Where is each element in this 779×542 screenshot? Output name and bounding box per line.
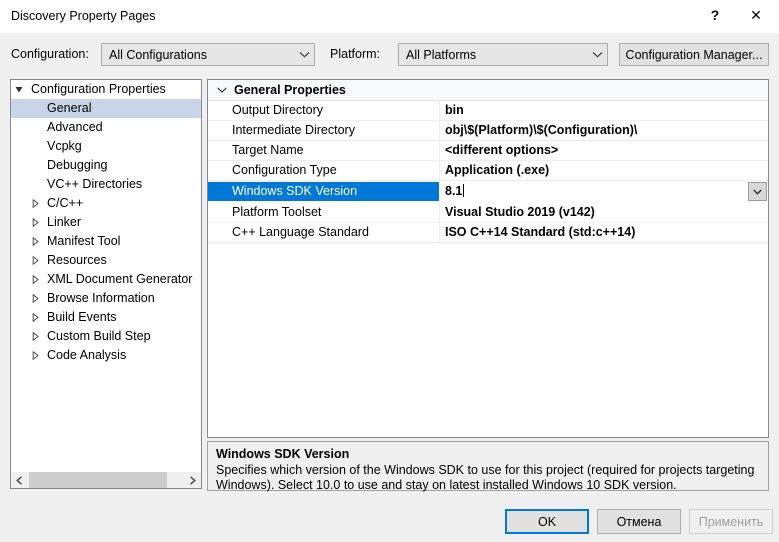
property-description-panel: Windows SDK Version Specifies which vers… <box>207 441 769 492</box>
tree-item-resources[interactable]: Resources <box>11 251 201 270</box>
property-grid-panel: General Properties Output Directory bin In… <box>207 79 769 438</box>
platform-dropdown[interactable]: All Platforms <box>398 43 608 66</box>
property-value-dropdown-button[interactable] <box>748 182 767 201</box>
tree-item-browse-information[interactable]: Browse Information <box>11 289 201 308</box>
property-value: ISO C++14 Standard (std:c++14) <box>439 223 768 242</box>
tree-item-custom-build-step[interactable]: Custom Build Step <box>11 327 201 346</box>
chevron-down-icon <box>213 80 231 100</box>
chevron-down-icon <box>753 189 762 195</box>
property-value: Application (.exe) <box>439 161 768 180</box>
property-row[interactable]: Platform Toolset Visual Studio 2019 (v142… <box>208 203 768 223</box>
property-value: <different options> <box>439 141 768 160</box>
close-button[interactable]: ✕ <box>733 0 779 30</box>
triangle-right-icon <box>27 289 43 308</box>
scroll-left-icon[interactable] <box>11 472 28 488</box>
property-name: Configuration Type <box>232 163 337 177</box>
tree-horizontal-scrollbar[interactable] <box>11 471 201 488</box>
property-row[interactable]: Target Name <different options> <box>208 141 768 161</box>
tree-item-linker[interactable]: Linker <box>11 213 201 232</box>
scrollbar-thumb[interactable] <box>29 472 167 488</box>
cancel-button[interactable]: Отмена <box>597 509 681 534</box>
configuration-label: Configuration: <box>11 47 89 61</box>
platform-label: Platform: <box>330 47 381 61</box>
tree-item-xml-document-generator[interactable]: XML Document Generator <box>11 270 201 289</box>
property-grid-rows: Output Directory bin Intermediate Director… <box>208 101 768 243</box>
property-row[interactable]: C++ Language Standard ISO C++14 Standard … <box>208 223 768 243</box>
tree-item-label: Configuration Properties <box>31 82 166 96</box>
text-caret <box>463 184 465 197</box>
tree-item-general[interactable]: General <box>11 99 201 118</box>
triangle-right-icon <box>27 194 43 213</box>
tree-item-advanced[interactable]: Advanced <box>11 118 201 137</box>
apply-button: Применить <box>689 509 773 534</box>
properties-tree[interactable]: Configuration Properties General Advanced V… <box>11 80 201 471</box>
window-title: Discovery Property Pages <box>11 9 156 23</box>
tree-item-configuration-properties[interactable]: Configuration Properties <box>11 80 201 99</box>
tree-item-build-events[interactable]: Build Events <box>11 308 201 327</box>
triangle-right-icon <box>27 213 43 232</box>
help-button[interactable]: ? <box>692 0 738 30</box>
title-bar: Discovery Property Pages ? ✕ <box>0 0 779 33</box>
property-value-input[interactable]: 8.1 <box>439 182 746 201</box>
configuration-manager-button[interactable]: Configuration Manager... <box>619 43 769 66</box>
triangle-right-icon <box>27 327 43 346</box>
tree-item-vc-directories[interactable]: VC++ Directories <box>11 175 201 194</box>
description-title: Windows SDK Version <box>216 447 350 461</box>
triangle-right-icon <box>27 251 43 270</box>
chevron-down-icon <box>294 51 314 58</box>
triangle-right-icon <box>27 270 43 289</box>
platform-dropdown-value: All Platforms <box>406 47 477 62</box>
tree-item-code-analysis[interactable]: Code Analysis <box>11 346 201 365</box>
property-name: C++ Language Standard <box>232 225 369 239</box>
property-row[interactable]: Configuration Type Application (.exe) <box>208 161 768 181</box>
scroll-right-icon[interactable] <box>184 472 201 488</box>
tree-item-vcpkg[interactable]: Vcpkg <box>11 137 201 156</box>
question-mark-icon: ? <box>710 7 720 23</box>
property-row[interactable]: Intermediate Directory obj\$(Platform)\$(… <box>208 121 768 141</box>
tree-item-c-c[interactable]: C/C++ <box>11 194 201 213</box>
tree-item-debugging[interactable]: Debugging <box>11 156 201 175</box>
triangle-right-icon <box>27 308 43 327</box>
description-body: Specifies which version of the Windows S… <box>216 463 755 492</box>
configuration-dropdown[interactable]: All Configurations <box>101 43 315 66</box>
triangle-right-icon <box>27 232 43 251</box>
property-name: Platform Toolset <box>232 205 322 219</box>
property-value: Visual Studio 2019 (v142) <box>439 203 768 222</box>
property-name: Output Directory <box>232 103 324 117</box>
chevron-down-icon <box>587 51 607 58</box>
triangle-right-icon <box>27 346 43 365</box>
property-value-text: 8.1 <box>445 184 463 198</box>
property-value: obj\$(Platform)\$(Configuration)\ <box>439 121 768 140</box>
property-name: Windows SDK Version <box>208 182 439 201</box>
ok-button[interactable]: OK <box>505 509 589 534</box>
property-group-header[interactable]: General Properties <box>208 80 768 101</box>
tree-item-manifest-tool[interactable]: Manifest Tool <box>11 232 201 251</box>
close-icon: ✕ <box>750 7 762 23</box>
property-name: Intermediate Directory <box>232 123 355 137</box>
configuration-dropdown-value: All Configurations <box>109 47 207 62</box>
configuration-bar: Configuration: All Configurations Platfo… <box>0 33 779 78</box>
property-name: Target Name <box>232 143 304 157</box>
property-row[interactable]: Windows SDK Version 8.1 <box>208 181 768 203</box>
property-value: bin <box>439 101 768 120</box>
triangle-down-icon <box>11 80 27 99</box>
property-row[interactable]: Output Directory bin <box>208 101 768 121</box>
properties-tree-panel: Configuration Properties General Advanced V… <box>10 79 202 489</box>
